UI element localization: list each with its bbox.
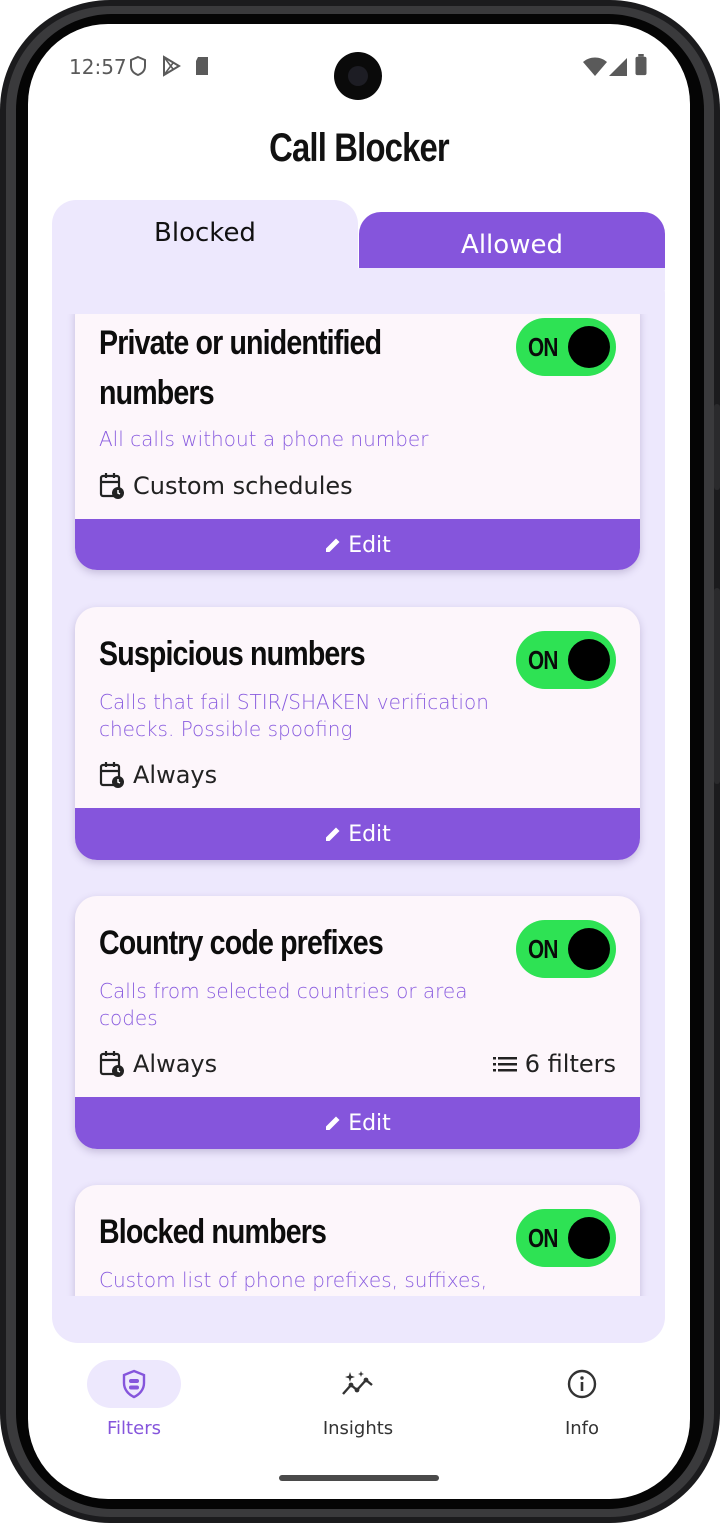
- toggle-country-code[interactable]: ON: [516, 920, 616, 978]
- info-icon: [567, 1369, 597, 1399]
- schedule-text: Custom schedules: [133, 472, 353, 500]
- screen: 12:57 Call Blocker Allowed Blocked Priva…: [28, 24, 690, 1499]
- edit-button-private[interactable]: Edit: [75, 519, 640, 570]
- nav-insights-pill: [311, 1360, 405, 1408]
- schedule-row: Always: [99, 760, 217, 790]
- bottom-nav: Filters Insights Info: [28, 1352, 690, 1462]
- list-icon: [492, 1057, 517, 1072]
- pencil-icon: [326, 827, 340, 841]
- toggle-label: ON: [528, 934, 558, 964]
- toggle-suspicious[interactable]: ON: [516, 631, 616, 689]
- filter-card-blocked-numbers: Blocked numbers ON Custom list of phone …: [75, 1185, 640, 1296]
- wifi-icon: [583, 57, 607, 76]
- filter-card-suspicious: Suspicious numbers ON Calls that fail ST…: [75, 607, 640, 860]
- nav-info-pill: [535, 1360, 629, 1408]
- edit-label: Edit: [348, 532, 391, 558]
- shield-status-icon: [130, 55, 146, 77]
- toggle-knob: [568, 639, 610, 681]
- card-description: Calls that fail STIR/SHAKEN verification…: [99, 690, 489, 741]
- nav-info[interactable]: Info: [492, 1360, 672, 1439]
- insights-sparkle-icon: [342, 1371, 373, 1395]
- card-title: Country code prefixes: [99, 924, 384, 962]
- card-description: Custom list of phone prefixes, suffixes,: [99, 1268, 488, 1292]
- filters-text: 6 filters: [524, 1050, 616, 1078]
- toggle-knob: [568, 326, 610, 368]
- toggle-label: ON: [528, 645, 558, 675]
- calendar-clock-icon: [99, 762, 124, 788]
- schedule-row: Always: [99, 1049, 217, 1079]
- app-title: Call Blocker: [269, 126, 450, 170]
- schedule-row: Custom schedules: [99, 471, 353, 501]
- toggle-label: ON: [528, 1223, 558, 1253]
- sd-card-icon: [196, 57, 208, 75]
- status-time: 12:57: [69, 55, 127, 79]
- volume-button: [714, 588, 720, 784]
- power-button: [714, 404, 720, 490]
- card-description: Calls from selected countries or area co…: [99, 979, 468, 1030]
- filters-count: 6 filters: [492, 1049, 616, 1079]
- tab-allowed-label: Allowed: [461, 230, 563, 260]
- battery-icon: [635, 54, 647, 76]
- nav-insights[interactable]: Insights: [268, 1360, 448, 1439]
- front-camera: [334, 52, 382, 100]
- nav-info-label: Info: [564, 1418, 600, 1439]
- card-description: All calls without a phone number: [99, 427, 429, 451]
- edit-label: Edit: [348, 821, 391, 847]
- card-title: Blocked numbers: [99, 1213, 327, 1251]
- calendar-clock-icon: [99, 1051, 124, 1077]
- schedule-text: Always: [133, 761, 218, 789]
- toggle-blocked-numbers[interactable]: ON: [516, 1209, 616, 1267]
- pencil-icon: [326, 538, 340, 552]
- card-title: Private or unidentified numbers: [99, 324, 382, 412]
- status-bar: 12:57: [28, 24, 690, 108]
- shield-filter-icon: [122, 1369, 146, 1399]
- tab-blocked-label: Blocked: [154, 218, 256, 248]
- home-indicator[interactable]: [279, 1475, 439, 1481]
- toggle-knob: [568, 928, 610, 970]
- edit-button-suspicious[interactable]: Edit: [75, 808, 640, 860]
- calendar-clock-icon: [99, 473, 124, 499]
- tab-blocked[interactable]: Blocked: [52, 200, 358, 290]
- edit-label: Edit: [348, 1110, 391, 1136]
- card-title: Suspicious numbers: [99, 635, 366, 673]
- signal-icon: [609, 58, 627, 76]
- edit-button-country-code[interactable]: Edit: [75, 1097, 640, 1149]
- filter-card-country-code: Country code prefixes ON Calls from sele…: [75, 896, 640, 1149]
- schedule-text: Always: [133, 1050, 218, 1078]
- nav-filters-label: Filters: [107, 1418, 161, 1439]
- nav-filters-pill: [87, 1360, 181, 1408]
- nav-filters[interactable]: Filters: [44, 1360, 224, 1439]
- nav-insights-label: Insights: [322, 1418, 394, 1439]
- toggle-label: ON: [528, 332, 558, 362]
- pencil-icon: [326, 1116, 340, 1130]
- play-store-icon: [163, 55, 181, 77]
- filter-card-private: Private or unidentified numbers ON All c…: [75, 314, 640, 570]
- filter-list[interactable]: Private or unidentified numbers ON All c…: [52, 314, 665, 1296]
- toggle-private[interactable]: ON: [516, 318, 616, 376]
- toggle-knob: [568, 1217, 610, 1259]
